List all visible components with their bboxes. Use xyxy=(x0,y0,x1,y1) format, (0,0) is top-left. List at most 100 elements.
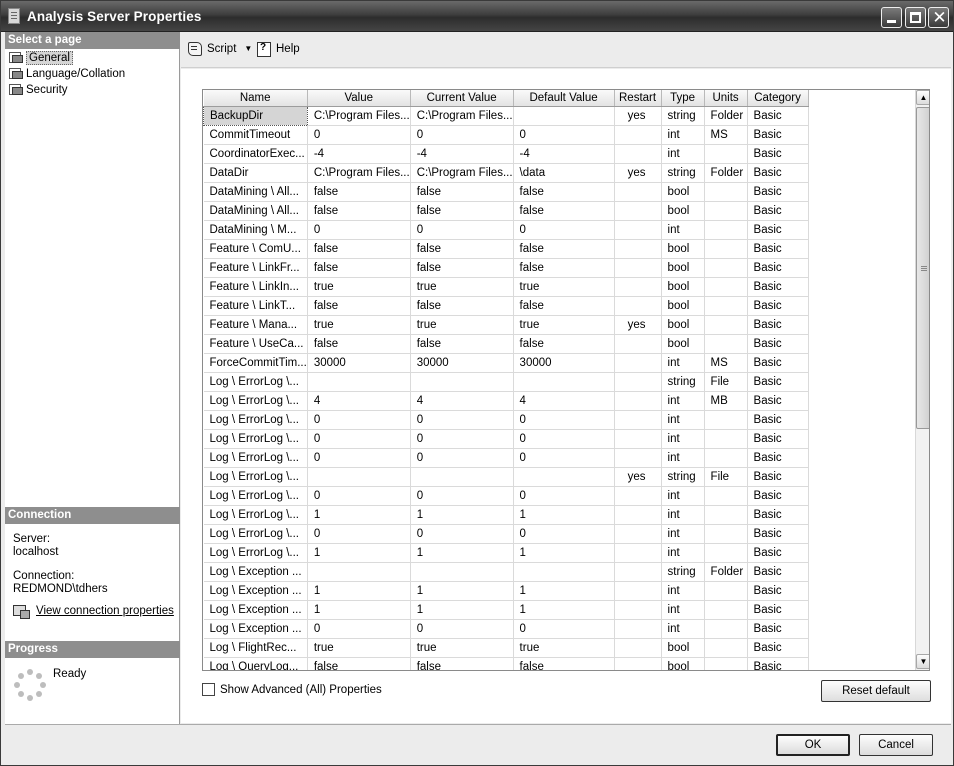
column-header-name[interactable]: Name xyxy=(203,90,308,107)
cell-type: int xyxy=(661,524,705,544)
cell-value[interactable]: 0 xyxy=(307,125,411,145)
cell-value[interactable]: false xyxy=(307,296,411,316)
table-row[interactable]: Log \ ErrorLog \... 0 0 0 int Basic xyxy=(203,486,809,506)
cell-value[interactable]: 1 xyxy=(307,543,411,563)
table-row[interactable]: ForceCommitTim... 30000 30000 30000 int MS Bas… xyxy=(203,353,809,373)
table-row[interactable]: Feature \ ComU... false false false bool Basi… xyxy=(203,239,809,259)
cell-name: Log \ ErrorLog \... xyxy=(203,429,308,449)
cell-value[interactable]: false xyxy=(307,239,411,259)
cell-value[interactable]: C:\Program Files... xyxy=(307,163,411,183)
reset-default-button[interactable]: Reset default xyxy=(821,680,931,702)
cell-current-value: 0 xyxy=(410,524,514,544)
column-header-restart[interactable]: Restart xyxy=(614,90,662,107)
table-row[interactable]: Feature \ Mana... true true true yes bool Basi… xyxy=(203,315,809,335)
column-header-value[interactable]: Value xyxy=(307,90,411,107)
close-button[interactable]: ✕ xyxy=(928,7,949,28)
cell-value[interactable]: -4 xyxy=(307,144,411,164)
cell-value[interactable]: false xyxy=(307,201,411,221)
cell-value[interactable] xyxy=(307,372,411,392)
cell-value[interactable]: 0 xyxy=(307,429,411,449)
table-row[interactable]: Log \ Exception ... 1 1 1 int Basic xyxy=(203,600,809,620)
cell-value[interactable]: false xyxy=(307,182,411,202)
cell-category: Basic xyxy=(747,353,809,373)
table-row[interactable]: Feature \ LinkFr... false false false bool Ba… xyxy=(203,258,809,278)
cell-value[interactable]: 1 xyxy=(307,505,411,525)
table-row[interactable]: Log \ ErrorLog \... 4 4 4 int MB Basic xyxy=(203,391,809,411)
cell-value[interactable]: 0 xyxy=(307,220,411,240)
minimize-icon xyxy=(887,20,896,23)
column-header-current-value[interactable]: Current Value xyxy=(410,90,514,107)
cell-value[interactable]: 1 xyxy=(307,581,411,601)
scroll-up-button[interactable]: ▲ xyxy=(916,90,929,105)
table-row[interactable]: DataMining \ All... false false false bool Ba… xyxy=(203,201,809,221)
cell-value[interactable]: true xyxy=(307,315,411,335)
cell-value[interactable]: false xyxy=(307,334,411,354)
scroll-thumb[interactable] xyxy=(916,107,929,429)
vertical-scrollbar[interactable]: ▲ ▼ xyxy=(915,90,929,670)
cell-value[interactable]: 0 xyxy=(307,486,411,506)
table-row[interactable]: Feature \ UseCa... false false false bool Bas… xyxy=(203,334,809,354)
column-header-units[interactable]: Units xyxy=(704,90,748,107)
maximize-button[interactable] xyxy=(905,7,926,28)
table-row[interactable]: CommitTimeout 0 0 0 int MS Basic xyxy=(203,125,809,145)
minimize-button[interactable] xyxy=(881,7,902,28)
table-row[interactable]: DataDir C:\Program Files... C:\Program Fil… xyxy=(203,163,809,183)
page-item-label: Language/Collation xyxy=(26,67,126,80)
cell-type: bool xyxy=(661,638,705,658)
table-row[interactable]: Log \ ErrorLog \... yes string File Basic xyxy=(203,467,809,487)
scroll-down-button[interactable]: ▼ xyxy=(916,654,929,669)
cell-default-value: false xyxy=(513,239,615,259)
table-row[interactable]: Log \ ErrorLog \... 1 1 1 int Basic xyxy=(203,543,809,563)
title-bar[interactable]: Analysis Server Properties ✕ xyxy=(1,1,953,32)
cell-value[interactable]: 0 xyxy=(307,448,411,468)
table-row[interactable]: Log \ Exception ... string Folder Basic xyxy=(203,562,809,582)
show-advanced-checkbox[interactable]: Show Advanced (All) Properties xyxy=(202,683,382,696)
cell-value[interactable]: 0 xyxy=(307,619,411,639)
cell-value[interactable] xyxy=(307,467,411,487)
table-row[interactable]: DataMining \ M... 0 0 0 int Basic xyxy=(203,220,809,240)
table-row[interactable]: Feature \ LinkIn... true true true bool Basic xyxy=(203,277,809,297)
page-item-language-collation[interactable]: Language/Collation xyxy=(8,66,125,81)
page-item-general[interactable]: General xyxy=(8,50,73,65)
cell-value[interactable]: true xyxy=(307,638,411,658)
cell-value[interactable]: false xyxy=(307,258,411,278)
table-row[interactable]: Log \ ErrorLog \... 0 0 0 int Basic xyxy=(203,448,809,468)
table-row[interactable]: Log \ ErrorLog \... string File Basic xyxy=(203,372,809,392)
cell-value[interactable] xyxy=(307,562,411,582)
column-header-category[interactable]: Category xyxy=(747,90,809,107)
column-header-default-value[interactable]: Default Value xyxy=(513,90,615,107)
page-item-security[interactable]: Security xyxy=(8,82,68,97)
table-row[interactable]: CoordinatorExec... -4 -4 -4 int Basic xyxy=(203,144,809,164)
view-connection-properties-link[interactable]: View connection properties xyxy=(13,604,174,619)
help-button[interactable]: Help xyxy=(256,41,300,57)
table-row[interactable]: Log \ QueryLog... false false false bool Basi… xyxy=(203,657,809,670)
cell-value[interactable]: 0 xyxy=(307,410,411,430)
cell-value[interactable]: true xyxy=(307,277,411,297)
cell-value[interactable]: 1 xyxy=(307,600,411,620)
table-row[interactable]: BackupDir C:\Program Files... C:\Program F… xyxy=(203,105,809,126)
table-row[interactable]: Log \ ErrorLog \... 1 1 1 int Basic xyxy=(203,505,809,525)
table-row[interactable]: Log \ Exception ... 0 0 0 int Basic xyxy=(203,619,809,639)
column-header-type[interactable]: Type xyxy=(661,90,705,107)
cell-type: int xyxy=(661,581,705,601)
script-button[interactable]: Script ▼ xyxy=(187,41,252,56)
table-row[interactable]: Log \ FlightRec... true true true bool Basic xyxy=(203,638,809,658)
cell-value[interactable]: C:\Program Files... xyxy=(307,106,411,126)
checkbox-box[interactable] xyxy=(202,683,215,696)
dropdown-arrow-icon[interactable]: ▼ xyxy=(244,44,252,53)
table-row[interactable]: Log \ ErrorLog \... 0 0 0 int Basic xyxy=(203,410,809,430)
table-row[interactable]: Feature \ LinkT... false false false bool Bas… xyxy=(203,296,809,316)
table-row[interactable]: Log \ ErrorLog \... 0 0 0 int Basic xyxy=(203,524,809,544)
ok-button[interactable]: OK xyxy=(776,734,850,756)
table-row[interactable]: Log \ Exception ... 1 1 1 int Basic xyxy=(203,581,809,601)
cancel-button[interactable]: Cancel xyxy=(859,734,933,756)
cell-value[interactable]: 4 xyxy=(307,391,411,411)
table-row[interactable]: DataMining \ All... false false false bool Ba… xyxy=(203,182,809,202)
cell-units xyxy=(704,505,748,525)
cell-value[interactable]: 30000 xyxy=(307,353,411,373)
cell-type: bool xyxy=(661,657,705,670)
cell-value[interactable]: 0 xyxy=(307,524,411,544)
cell-value[interactable]: false xyxy=(307,657,411,670)
cell-units xyxy=(704,258,748,278)
table-row[interactable]: Log \ ErrorLog \... 0 0 0 int Basic xyxy=(203,429,809,449)
